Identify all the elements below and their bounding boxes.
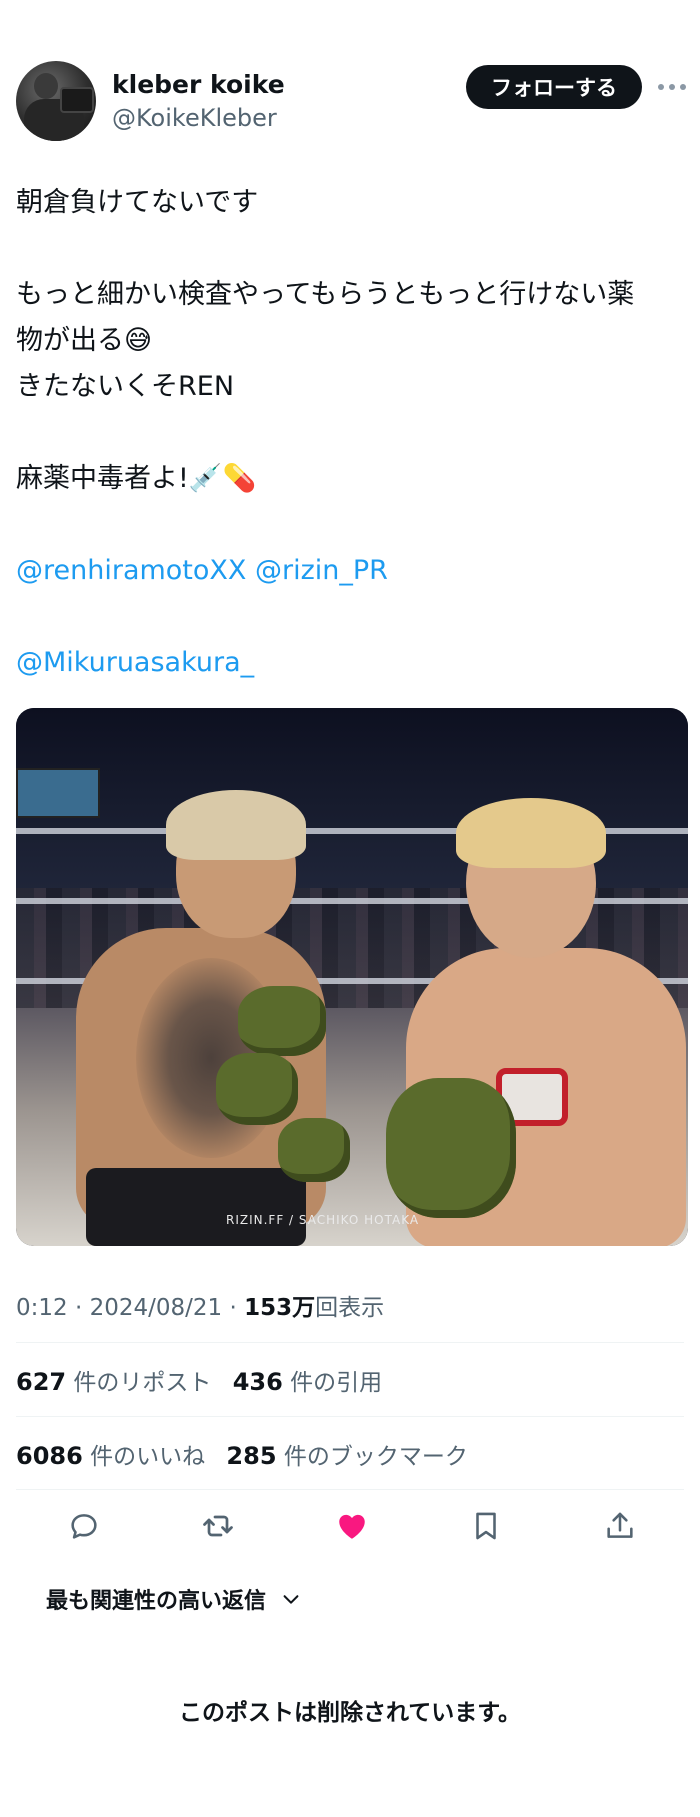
action-bar [0,1500,700,1560]
meta-separator: · [229,1295,245,1321]
quotes-label: 件の引用 [290,1370,383,1396]
repost-icon[interactable] [192,1500,244,1552]
quotes-stat[interactable]: 436 件の引用 [233,1363,382,1397]
tweet-line: もっと細かい検査やってもらうともっと行けない薬 [16,279,635,310]
mention-link[interactable]: @Mikuruasakura_ [16,647,254,678]
photo-credit: RIZIN.FF / SACHIKO HOTAKA [226,1213,420,1227]
author-handle[interactable]: @KoikeKleber [112,104,277,132]
mentions-line: @renhiramotoXX @rizin_PR [16,548,686,594]
chevron-down-icon [283,1595,299,1604]
views-count: 153万 [244,1295,316,1321]
engagement-row: 627 件のリポスト 436 件の引用 [16,1363,396,1397]
post-meta: 0:12 · 2024/08/21 · 153万回表示 [16,1288,384,1322]
reply-icon[interactable] [58,1500,110,1552]
avatar-belt [60,87,94,113]
tweet-header: kleber koike @KoikeKleber フォローする [0,0,700,150]
deleted-post-notice: このポストは削除されています。 [178,1700,521,1726]
fighter-left-shorts [86,1168,306,1246]
photo-glove [278,1118,350,1182]
quotes-count: 436 [232,1368,283,1396]
reposts-label: 件のリポスト [73,1370,212,1396]
replies-sort-label: 最も関連性の高い返信 [46,1589,267,1614]
avatar-figure-head [34,73,58,99]
tweet-line: きたないくそREN [16,371,235,402]
tweet-line: 物が出る😅 [16,325,153,356]
tweet-line: 朝倉負けてないです [16,187,259,218]
bookmarks-label: 件のブックマーク [283,1444,468,1470]
tweet-line: 麻薬中毒者よ!💉💊 [16,463,257,494]
likes-label: 件のいいね [90,1444,206,1470]
bookmarks-stat[interactable]: 285 件のブックマーク [226,1437,467,1471]
post-time[interactable]: 0:12 [16,1295,68,1321]
avatar[interactable] [16,61,96,141]
author-name[interactable]: kleber koike [112,70,285,99]
more-dot [658,84,664,90]
more-dot [669,84,675,90]
replies-sort-dropdown[interactable]: 最も関連性の高い返信 [46,1583,302,1615]
divider [16,1342,684,1343]
bookmark-icon[interactable] [460,1500,512,1552]
share-icon[interactable] [594,1500,646,1552]
like-icon[interactable] [326,1500,378,1552]
divider [16,1416,684,1417]
more-dot [680,84,686,90]
reposts-count: 627 [16,1368,67,1396]
tweet-photo[interactable]: RIZIN.FF / SACHIKO HOTAKA [16,708,688,1246]
photo-glove [216,1053,298,1125]
engagement-row: 6086 件のいいね 285 件のブックマーク [16,1437,482,1471]
mentions-line: @Mikuruasakura_ [16,640,686,686]
fighter-left-hair [166,790,306,860]
post-date[interactable]: 2024/08/21 [90,1295,223,1321]
more-options-icon[interactable] [652,70,692,104]
photo-glove [238,986,326,1056]
tweet-text: 朝倉負けてないです もっと細かい検査やってもらうともっと行けない薬 物が出る😅 … [16,180,686,686]
divider [16,1489,684,1490]
reposts-stat[interactable]: 627 件のリポスト [16,1363,211,1397]
bookmarks-count: 285 [226,1442,277,1470]
meta-separator: · [74,1295,90,1321]
follow-button[interactable]: フォローする [466,65,642,109]
likes-count: 6086 [16,1442,83,1470]
likes-stat[interactable]: 6086 件のいいね [16,1437,205,1471]
mention-link[interactable]: @rizin_PR [255,555,388,586]
views-label: 回表示 [315,1295,385,1321]
fighter-right-hair [456,798,606,868]
photo-glove [386,1078,516,1218]
mention-link[interactable]: @renhiramotoXX [16,555,246,586]
